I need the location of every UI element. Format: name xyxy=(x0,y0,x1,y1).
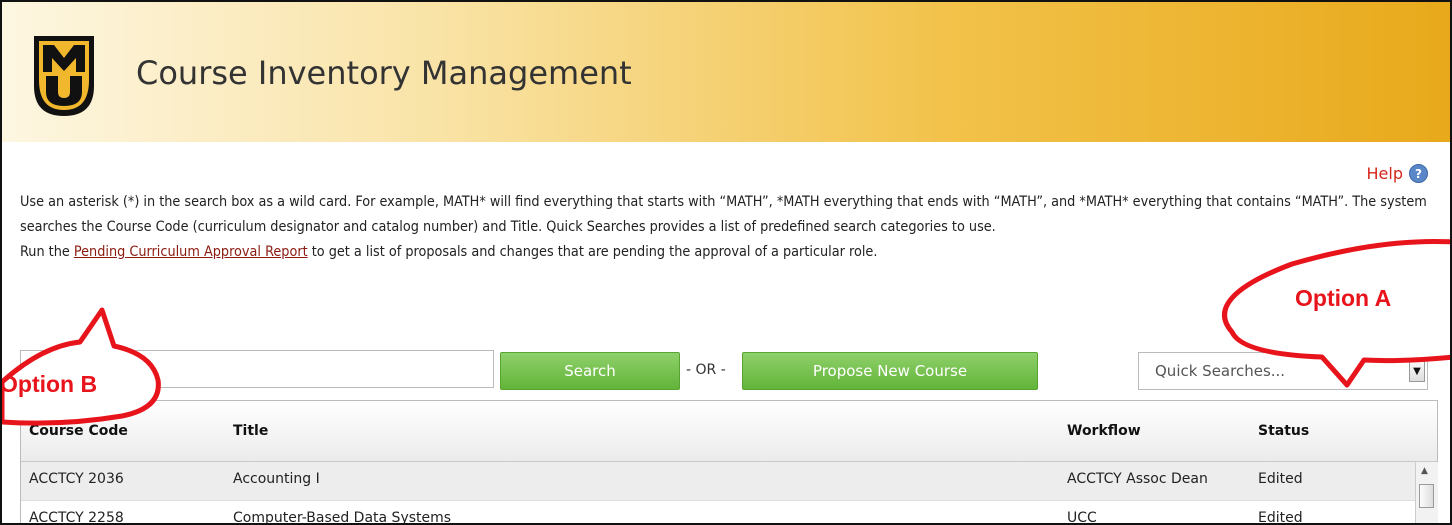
propose-new-course-button[interactable]: Propose New Course xyxy=(742,352,1038,390)
course-code-cell: ACCTCY 2036 xyxy=(29,471,124,487)
workflow-cell: ACCTCY Assoc Dean xyxy=(1067,471,1208,487)
report-prefix: Run the xyxy=(20,244,74,260)
mu-logo xyxy=(34,36,94,116)
column-header-workflow[interactable]: Workflow xyxy=(1067,423,1141,439)
app-window: Course Inventory Management Help ? Use a… xyxy=(0,0,1452,525)
table-row[interactable]: ACCTCY 2036 Accounting I ACCTCY Assoc De… xyxy=(21,462,1415,501)
instructions: Use an asterisk (*) in the search box as… xyxy=(20,190,1440,265)
scroll-up-arrow-icon[interactable]: ▲ xyxy=(1421,466,1428,476)
help-question-icon: ? xyxy=(1409,164,1428,183)
header-banner: Course Inventory Management xyxy=(2,2,1450,142)
help-label: Help xyxy=(1366,164,1403,183)
search-button[interactable]: Search xyxy=(500,352,680,390)
report-suffix: to get a list of proposals and changes t… xyxy=(307,244,878,260)
quick-searches-select[interactable]: Quick Searches... ▼ xyxy=(1138,352,1428,390)
page-title: Course Inventory Management xyxy=(136,54,632,92)
help-link[interactable]: Help ? xyxy=(1367,164,1428,183)
pending-report-link[interactable]: Pending Curriculum Approval Report xyxy=(74,244,308,260)
table-header: Course Code Title Workflow Status xyxy=(21,401,1437,462)
table-scrollbar[interactable]: ▲ xyxy=(1415,462,1438,523)
instructions-text: Use an asterisk (*) in the search box as… xyxy=(20,194,1427,235)
report-instructions: Run the Pending Curriculum Approval Repo… xyxy=(20,240,1440,265)
column-header-status[interactable]: Status xyxy=(1258,423,1309,439)
workflow-cell: UCC xyxy=(1067,510,1097,525)
column-header-course-code[interactable]: Course Code xyxy=(29,423,128,439)
title-cell: Computer-Based Data Systems xyxy=(233,510,452,525)
quick-searches-value: Quick Searches... xyxy=(1155,362,1286,380)
option-b-label: Option B xyxy=(0,371,98,397)
status-cell: Edited xyxy=(1258,510,1303,525)
scroll-thumb[interactable] xyxy=(1419,484,1434,508)
table-row[interactable]: ACCTCY 2258 Computer-Based Data Systems … xyxy=(21,501,1415,525)
chevron-down-icon[interactable]: ▼ xyxy=(1409,360,1425,382)
column-header-title[interactable]: Title xyxy=(233,423,268,439)
course-code-cell: ACCTCY 2258 xyxy=(29,510,124,525)
course-table: Course Code Title Workflow Status ACCTCY… xyxy=(20,400,1438,525)
title-cell: Accounting I xyxy=(233,471,320,487)
status-cell: Edited xyxy=(1258,471,1303,487)
option-a-label: Option A xyxy=(1295,285,1392,311)
or-separator: - OR - xyxy=(686,362,726,378)
